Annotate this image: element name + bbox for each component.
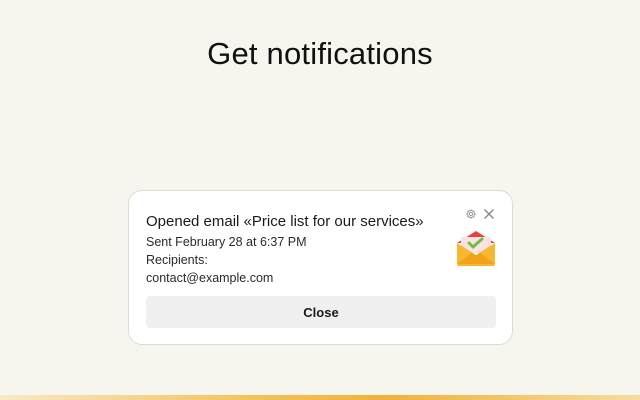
close-icon[interactable] bbox=[482, 207, 496, 221]
gear-icon[interactable] bbox=[464, 207, 478, 221]
close-button[interactable]: Close bbox=[146, 296, 496, 328]
page: Get notifications Opened email «Price li… bbox=[0, 0, 640, 400]
recipient-email: contact@example.com bbox=[146, 271, 274, 285]
page-title: Get notifications bbox=[207, 36, 433, 71]
sent-time: Sent February 28 at 6:37 PM bbox=[146, 235, 307, 249]
envelope-icon bbox=[455, 231, 497, 267]
notification-title: Opened email «Price list for our service… bbox=[146, 213, 424, 230]
recipients-label: Recipients: bbox=[146, 253, 208, 267]
notification-card: Opened email «Price list for our service… bbox=[128, 190, 513, 345]
accent-bar bbox=[0, 395, 640, 400]
